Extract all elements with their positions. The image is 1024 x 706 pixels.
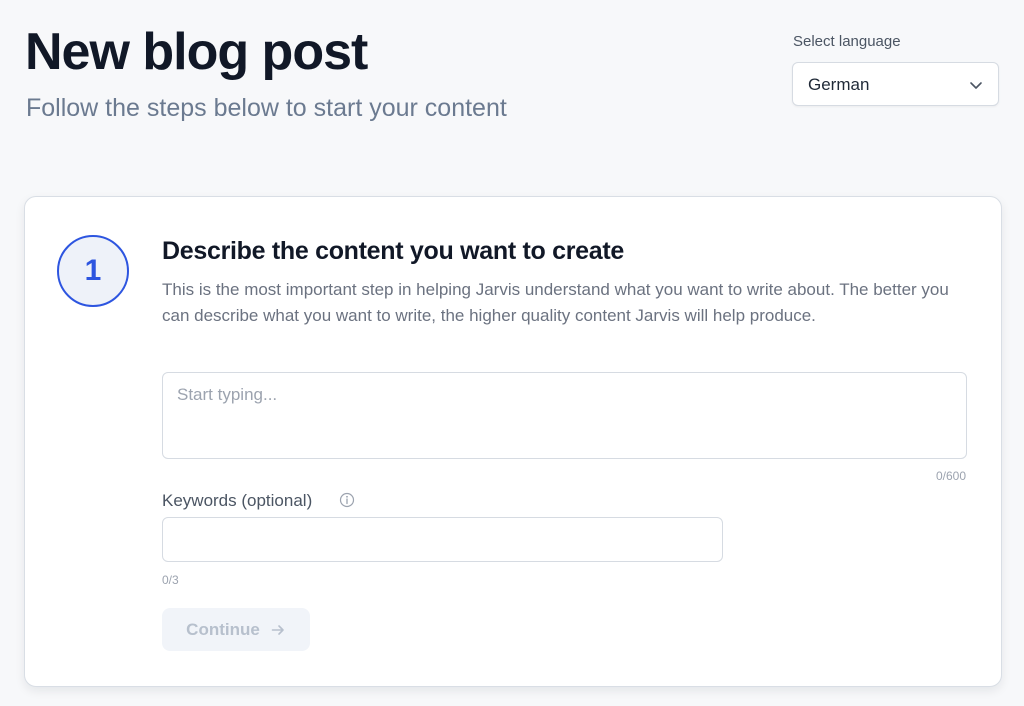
language-selected-value: German [808,75,870,94]
page: New blog post Follow the steps below to … [0,0,1024,706]
continue-button-label: Continue [186,619,260,639]
chevron-down-icon [970,82,982,89]
step-card: 1 Describe the content you want to creat… [24,196,1002,687]
keywords-input[interactable] [162,517,723,562]
keywords-counter: 0/3 [162,573,179,587]
continue-button[interactable]: Continue [162,608,310,651]
step-description: This is the most important step in helpi… [162,280,949,325]
language-label: Select language [793,33,901,50]
content-character-counter: 0/600 [935,469,966,483]
info-icon[interactable] [339,492,355,508]
page-subtitle: Follow the steps below to start your con… [26,94,507,122]
step-heading: Describe the content you want to create [162,237,625,265]
language-select[interactable]: German [792,62,999,106]
arrow-right-icon [271,624,284,635]
keywords-label: Keywords (optional) [162,491,313,510]
page-title: New blog post [25,23,368,81]
step-number-badge: 1 [57,235,129,307]
content-description-input[interactable] [162,372,967,459]
